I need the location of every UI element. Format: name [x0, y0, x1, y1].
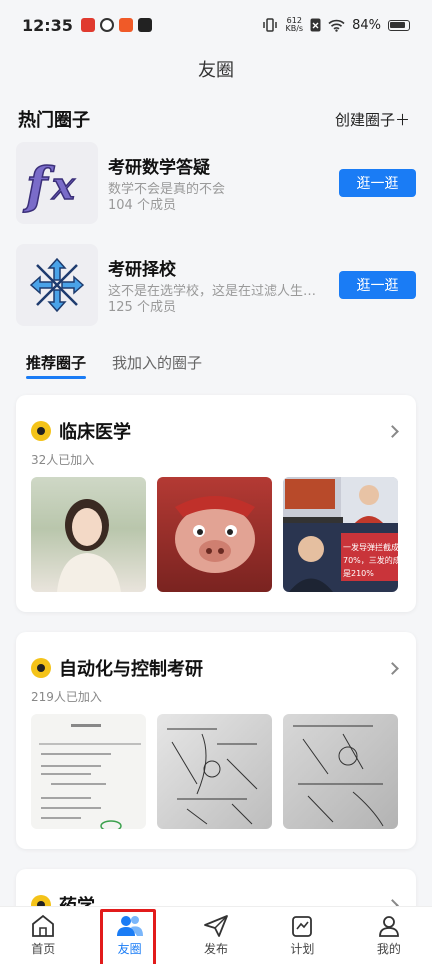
browse-button[interactable]: 逛一逛	[339, 169, 416, 197]
nav-friends[interactable]: 友圈	[86, 907, 172, 964]
battery-icon	[388, 19, 410, 31]
create-circle-button[interactable]: 创建圈子＋	[335, 109, 410, 130]
circle-card[interactable]: 自动化与控制考研 219人已加入	[16, 632, 416, 849]
profile-icon	[378, 916, 399, 937]
svg-text:x: x	[51, 163, 76, 208]
tab-joined[interactable]: 我加入的圈子	[112, 352, 202, 379]
arrows-icon	[16, 244, 98, 326]
home-icon	[32, 914, 55, 937]
notification-icons	[80, 18, 152, 32]
page-title: 友圈	[198, 60, 234, 81]
news-caption-line: 是210%	[343, 569, 374, 578]
nav-home[interactable]: 首页	[0, 907, 86, 964]
chevron-right-icon[interactable]	[386, 424, 399, 438]
nav-plan-label: 计划	[290, 942, 315, 956]
nav-publish[interactable]: 发布	[173, 907, 259, 964]
news-caption: 一发导弹拦截成功率 70%，三发的成功率 是210%	[343, 541, 398, 580]
portrait-photo[interactable]	[31, 477, 146, 592]
app-notification-icon	[137, 18, 152, 32]
nav-profile-label: 我的	[376, 942, 401, 956]
handwritten-notes-photo[interactable]	[157, 714, 272, 829]
card-joined-count: 32人已加入	[31, 453, 95, 467]
news-screenshot[interactable]: 一发导弹拦截成功率 70%，三发的成功率 是210%	[283, 477, 398, 592]
card-joined-count: 219人已加入	[31, 690, 102, 704]
cartoon-pig-photo[interactable]	[157, 477, 272, 592]
app-notification-icon	[80, 18, 95, 32]
app-notification-icon	[118, 18, 133, 32]
status-bar: 12:35 612 KB/s 84%	[0, 0, 432, 50]
friends-icon	[116, 916, 143, 936]
svg-text:f: f	[23, 156, 55, 213]
browse-button[interactable]: 逛一逛	[339, 271, 416, 299]
hot-circle-name: 考研择校	[108, 259, 176, 280]
hot-circle-members: 104 个成员	[108, 197, 176, 213]
circle-badge-icon	[31, 658, 51, 678]
hot-circle-desc: 这不是在选学校，这是在过滤人生…	[108, 283, 317, 299]
chevron-right-icon[interactable]	[386, 661, 399, 675]
card-title: 自动化与控制考研	[59, 659, 203, 680]
nav-friends-label: 友圈	[117, 942, 142, 956]
circle-card[interactable]: 临床医学 32人已加入 一发导弹拦截成 70%，三发的成 是210%	[16, 395, 416, 612]
wifi-icon	[328, 19, 345, 32]
status-time: 12:35	[22, 15, 73, 35]
news-caption-line: 一发导弹拦截成功率	[343, 543, 398, 552]
circle-badge-icon	[31, 421, 51, 441]
document-photo[interactable]	[31, 714, 146, 829]
tab-recommended[interactable]: 推荐圈子	[26, 352, 87, 379]
hot-circle-item[interactable]: 考研择校 这不是在选学校，这是在过滤人生… 125 个成员 逛一逛	[16, 244, 416, 326]
nav-publish-label: 发布	[204, 942, 229, 956]
hot-circle-item[interactable]: f x 考研数学答疑 数学不会是真的不会 104 个成员 逛一逛	[16, 142, 416, 224]
vibrate-icon	[263, 18, 278, 32]
hot-circle-members: 125 个成员	[108, 299, 176, 315]
send-icon	[204, 915, 228, 937]
card-title: 临床医学	[59, 422, 131, 443]
sim-icon	[310, 18, 321, 32]
nav-plan[interactable]: 计划	[259, 907, 345, 964]
bottom-nav: 首页 友圈 发布 计划 我的	[0, 906, 432, 964]
hot-circle-desc: 数学不会是真的不会	[108, 181, 226, 197]
circle-tabs: 推荐圈子 我加入的圈子	[26, 352, 202, 379]
nav-profile[interactable]: 我的	[346, 907, 432, 964]
hot-circles-title: 热门圈子	[18, 110, 90, 131]
net-speed: 612 KB/s	[285, 17, 303, 33]
nav-home-label: 首页	[31, 942, 56, 956]
hot-circles-header: 热门圈子 创建圈子＋	[18, 106, 410, 132]
battery-percent: 84%	[352, 17, 381, 33]
hot-circle-name: 考研数学答疑	[108, 157, 210, 178]
app-notification-icon	[99, 18, 114, 32]
fx-icon: f x	[16, 142, 98, 224]
handwritten-notes-photo[interactable]	[283, 714, 398, 829]
news-caption-line: 70%，三发的成功率	[343, 556, 398, 565]
plan-icon	[292, 916, 313, 937]
net-speed-unit: KB/s	[285, 24, 304, 33]
